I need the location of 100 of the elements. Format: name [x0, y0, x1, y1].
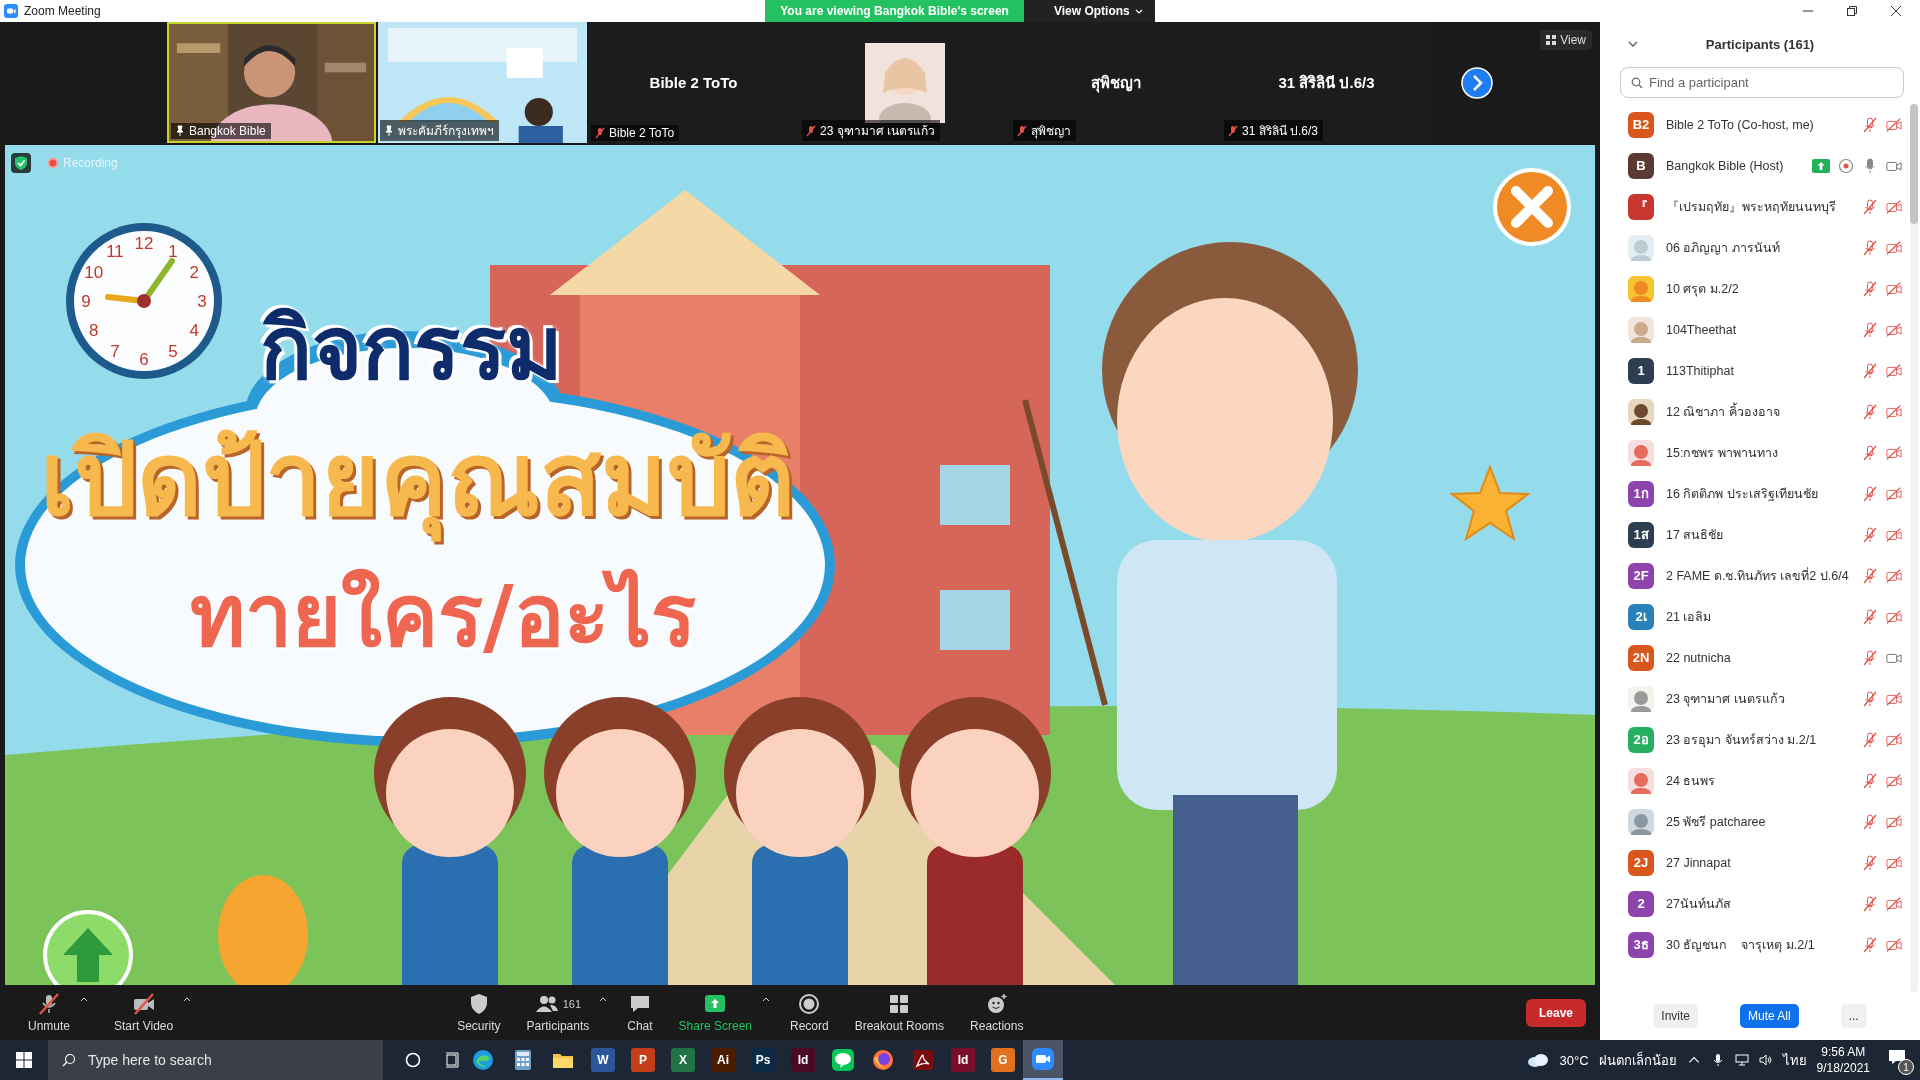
view-options-button[interactable]: View Options [1023, 0, 1155, 22]
participant-name: 『เปรมฤทัย』พระหฤทัยนนทบุรี [1666, 198, 1837, 217]
clock-number: 11 [106, 241, 124, 261]
notification-count: 1 [1898, 1059, 1914, 1075]
video-camera-icon[interactable] [1031, 1047, 1055, 1071]
scrollbar[interactable] [1910, 104, 1918, 992]
browser-icon[interactable] [471, 1048, 495, 1072]
app-tile[interactable]: Id [951, 1048, 975, 1072]
record-icon [797, 992, 822, 1015]
caret-icon[interactable] [599, 996, 608, 1002]
participant-name: 30 ธัญชนก จารุเหตุ ม.2/1 [1666, 936, 1816, 955]
avatar: 2N [1628, 644, 1654, 671]
clock-number: 5 [168, 342, 178, 362]
participant-name: 23 จุฑามาศ เนตรแก้ว [1666, 690, 1786, 709]
star-icon [1450, 463, 1530, 543]
avatar: 1 [1628, 357, 1654, 384]
participant-name: 104Theethat [1666, 322, 1738, 337]
recording-label: Recording [63, 156, 118, 170]
viewing-banner: You are viewing Bangkok Bible's screen [765, 0, 1024, 22]
app-tile[interactable]: Id [791, 1048, 815, 1072]
participant-name: 113Thitiphat [1666, 363, 1735, 378]
clock-number: 6 [139, 350, 149, 369]
clock-number: 10 [84, 263, 104, 282]
clock-number: 1 [168, 241, 178, 261]
panel-title: Participants (161) [1705, 37, 1815, 52]
participant-name: 25 พัชรี patcharee [1666, 813, 1767, 831]
participant-name: 21 เอลิม [1666, 608, 1713, 626]
view-button[interactable]: View [1540, 30, 1592, 50]
taskbar-search-field[interactable]: Type here to search [48, 1040, 383, 1080]
caret-icon[interactable] [762, 996, 770, 1002]
security-button[interactable]: Security [451, 990, 507, 1035]
participant-name: 24 ธนพร [1666, 772, 1717, 790]
name-label: Bangkok Bible [171, 123, 271, 139]
breakout-rooms-button[interactable]: Breakout Rooms [848, 990, 951, 1035]
participant-name: 27 Jinnapat [1666, 855, 1732, 870]
chevron-down-icon[interactable] [1628, 41, 1638, 47]
name-label: 23 จุฑามาศ เนตรแก้ว [802, 120, 940, 141]
network-icon[interactable] [1734, 1053, 1749, 1067]
record-button[interactable]: Record [784, 990, 835, 1035]
next-page-button[interactable] [1461, 67, 1493, 99]
reactions-button[interactable]: Reactions [964, 990, 1030, 1035]
language-indicator[interactable]: ไทย [1782, 1049, 1807, 1071]
participant-name: 22 nutnicha [1666, 650, 1732, 665]
search-icon [1631, 77, 1643, 89]
chat-button[interactable]: Chat [621, 990, 659, 1035]
video-button[interactable]: Start Video [108, 990, 180, 1035]
browser-icon[interactable] [871, 1048, 895, 1072]
name-label: 31 สิริลินี ป.6/3 [1224, 120, 1324, 141]
windows-start-icon[interactable] [16, 1052, 32, 1068]
pdf-icon[interactable] [911, 1048, 935, 1072]
clock-number: 2 [189, 263, 199, 282]
avatar: 2อ [1628, 726, 1654, 753]
avatar: 2เ [1628, 603, 1654, 630]
app-tile[interactable]: X [671, 1048, 695, 1072]
restore-icon[interactable] [1846, 5, 1858, 17]
participant-name: 15:กชพร พาพานทาง [1666, 444, 1779, 462]
clock-number: 8 [89, 321, 99, 340]
app-tile[interactable]: W [591, 1048, 615, 1072]
cloud-icon[interactable] [1525, 1052, 1550, 1068]
avatar: B [1628, 152, 1654, 179]
shield-icon [11, 153, 31, 173]
avatar: 2F [1628, 562, 1654, 589]
caret-icon[interactable] [80, 996, 89, 1002]
clock[interactable]: 9:56 AM 9/18/2021 [1816, 1044, 1870, 1076]
leave-button[interactable]: Leave [1525, 998, 1586, 1027]
clock-hands [105, 258, 175, 308]
panel-button[interactable]: Invite [1653, 1004, 1698, 1028]
microphone-button[interactable]: Unmute [22, 990, 77, 1035]
avatar: B2 [1628, 111, 1654, 138]
avatar: 3ธ [1628, 931, 1654, 958]
scrollbar-thumb[interactable] [1910, 104, 1918, 224]
panel-button[interactable]: ... [1840, 1004, 1867, 1028]
weather-text: ฝนตกเล็กน้อย [1598, 1050, 1677, 1070]
panel-button[interactable]: Mute All [1740, 1004, 1799, 1028]
participant-name: 12 ณิชาภา คิ้วองอาจ [1666, 401, 1781, 421]
volume-icon[interactable] [1758, 1053, 1773, 1067]
name-label: พระคัมภีร์กรุงเทพฯ [380, 120, 499, 141]
notification-icon[interactable] [1888, 1049, 1906, 1065]
cortana-icon[interactable] [403, 1050, 423, 1070]
participant-name: 27นันท์นภัส [1666, 895, 1732, 913]
participant-name: 10 ศรุต ม.2/2 [1666, 280, 1740, 299]
chat-bubble-icon[interactable] [831, 1048, 855, 1072]
app-tile[interactable]: P [631, 1048, 655, 1072]
avatar: 1ก [1628, 480, 1654, 507]
caret-icon[interactable] [183, 996, 192, 1002]
participants-button[interactable]: 161 Participants [520, 990, 596, 1035]
clock-number: 7 [110, 342, 120, 362]
close-icon [1492, 167, 1572, 247]
close-icon[interactable] [1890, 5, 1902, 17]
name-label: สุพิชญา [1013, 120, 1076, 141]
app-tile[interactable]: Ps [751, 1048, 775, 1072]
participant-name: 17 สนธิชัย [1666, 526, 1725, 544]
share-screen-button[interactable]: Share Screen [672, 990, 758, 1035]
avatar: 1ส [1628, 521, 1654, 548]
zoom-logo-icon [4, 4, 18, 18]
app-tile[interactable]: Ai [711, 1048, 735, 1072]
search-field[interactable]: Find a participant [1620, 67, 1904, 98]
slide-subtitle: ทายใคร/อะไร [189, 566, 697, 667]
participant-name: สุพิชญา [1090, 72, 1141, 95]
window-title: Zoom Meeting [24, 4, 101, 18]
